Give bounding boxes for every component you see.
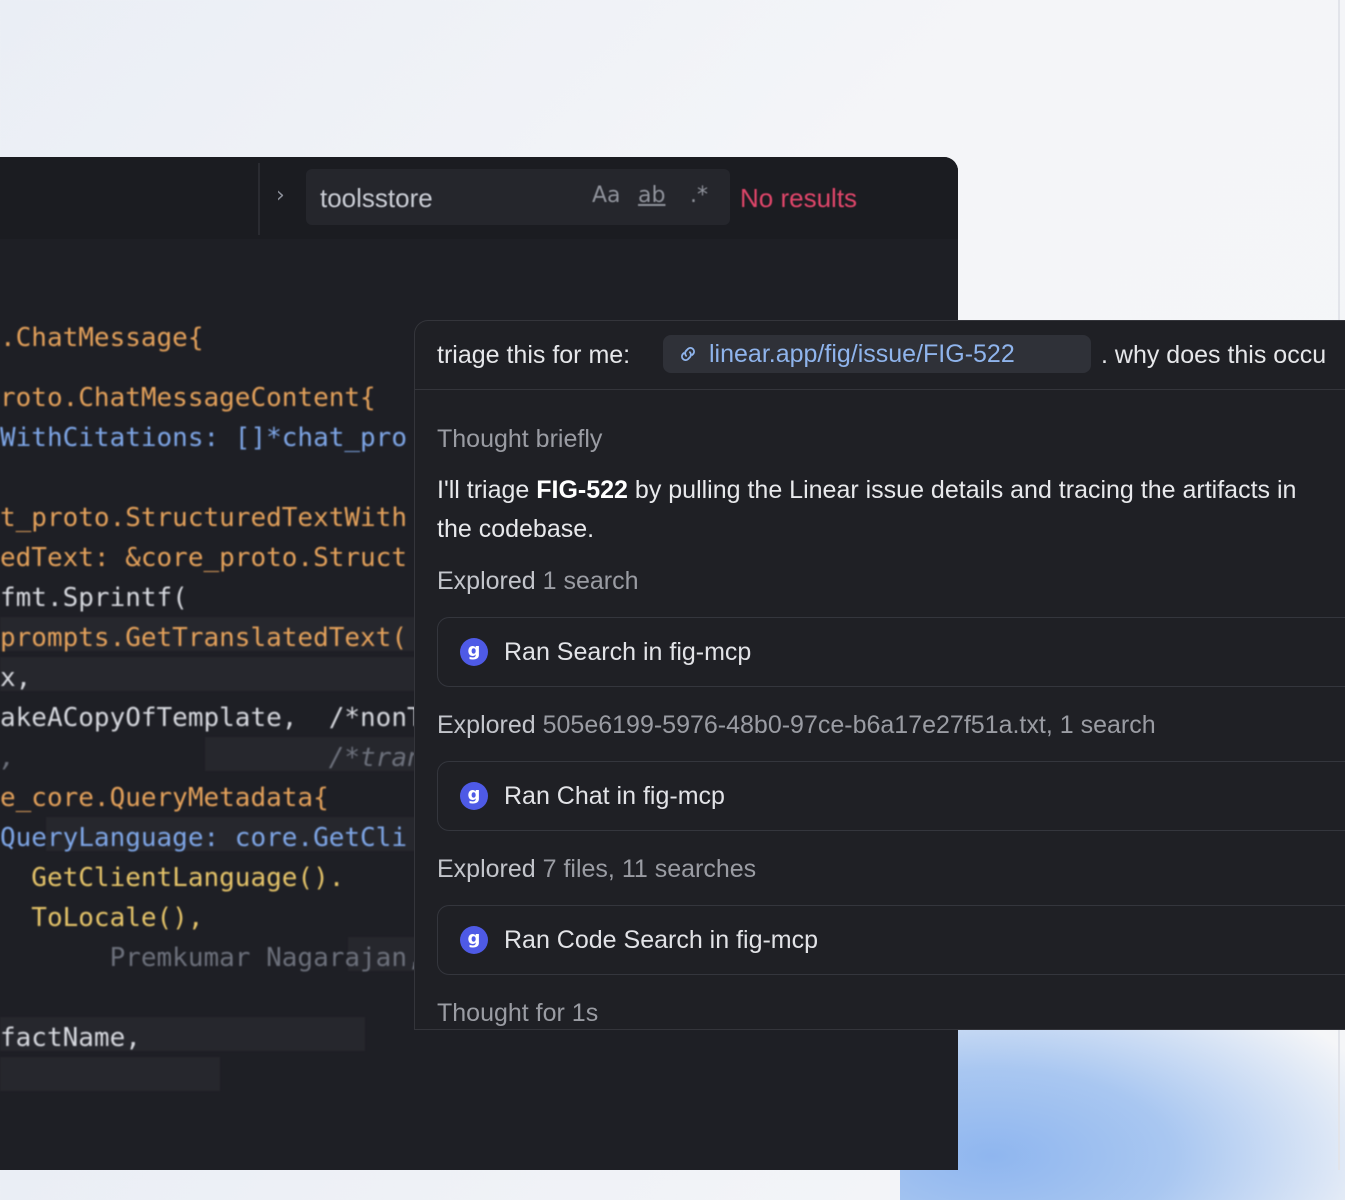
code-line: .ChatMessage{ (0, 323, 204, 353)
code-line: prompts.GetTranslatedText( (0, 623, 407, 653)
line-highlight (0, 657, 420, 691)
match-case-toggle[interactable]: Aa (592, 183, 621, 208)
find-status: No results (740, 183, 858, 213)
explored-detail: 505e6199-5976-48b0-97ce-b6a17e27f51a.txt… (542, 711, 1156, 739)
explored-detail: 1 search (542, 567, 639, 595)
mcp-server-icon: g (460, 782, 488, 810)
code-line: edText: &core_proto.Struct (0, 543, 407, 573)
code-line: fmt.Sprintf( (0, 583, 188, 613)
thought-status[interactable]: Thought briefly (437, 425, 602, 454)
tool-call-card[interactable]: g Ran Code Search in fig-mcp (437, 905, 1345, 975)
code-line: factName, (0, 1023, 141, 1053)
find-divider (258, 163, 260, 235)
code-area[interactable]: .ChatMessage{ roto.ChatMessageContent{ W… (0, 317, 423, 1170)
find-input[interactable]: toolsstore Aa ab .* (306, 169, 730, 225)
match-word-toggle[interactable]: ab (638, 183, 665, 208)
line-highlight (0, 1057, 220, 1091)
thought-status[interactable]: Thought for 1s (437, 999, 598, 1028)
message-text: I'll triage (437, 476, 537, 504)
explored-summary[interactable]: Explored 1 search (437, 567, 639, 596)
explored-label: Explored (437, 711, 536, 739)
assistant-message: I'll triage FIG-522 by pulling the Linea… (437, 471, 1317, 549)
tool-call-label: Ran Code Search in fig-mcp (504, 926, 819, 954)
code-line: ToLocale(), (0, 903, 204, 933)
code-line: QueryLanguage: core.GetCli (0, 823, 407, 853)
chevron-right-icon[interactable]: › (276, 183, 296, 209)
prompt-text: triage this for me: (437, 341, 631, 369)
code-line: WithCitations: []*chat_pro (0, 423, 407, 453)
code-line: akeACopyOfTemplate, /*nonT (0, 703, 423, 733)
explored-summary[interactable]: Explored 7 files, 11 searches (437, 855, 756, 884)
tool-call-label: Ran Search in fig-mcp (504, 638, 752, 666)
code-line: x, (0, 663, 32, 693)
code-line: roto.ChatMessageContent{ (0, 383, 376, 413)
mcp-server-icon: g (460, 638, 488, 666)
code-line: , /*tran (0, 743, 423, 773)
tool-call-label: Ran Chat in fig-mcp (504, 782, 725, 810)
find-query: toolsstore (320, 183, 433, 213)
find-bar: › toolsstore Aa ab .* No results (0, 157, 958, 239)
explored-label: Explored (437, 855, 536, 883)
issue-id: FIG-522 (536, 476, 628, 504)
link-chip[interactable]: linear.app/fig/issue/FIG-522 (663, 335, 1091, 373)
regex-toggle[interactable]: .* (690, 183, 708, 208)
user-prompt[interactable]: triage this for me: linear.app/fig/issue… (415, 321, 1345, 390)
explored-summary[interactable]: Explored 505e6199-5976-48b0-97ce-b6a17e2… (437, 711, 1156, 740)
mcp-server-icon: g (460, 926, 488, 954)
code-line: e_core.QueryMetadata{ (0, 783, 329, 813)
explored-detail: 7 files, 11 searches (542, 855, 757, 883)
prompt-text-tail: . why does this occu (1101, 341, 1327, 369)
link-icon (681, 347, 695, 361)
link-url: linear.app/fig/issue/FIG-522 (709, 340, 1015, 368)
code-line: GetClientLanguage(). (0, 863, 345, 893)
code-line: Premkumar Nagarajan, (0, 943, 423, 973)
explored-label: Explored (437, 567, 536, 595)
tool-call-card[interactable]: g Ran Search in fig-mcp (437, 617, 1345, 687)
tool-call-card[interactable]: g Ran Chat in fig-mcp (437, 761, 1345, 831)
code-line: t_proto.StructuredTextWith (0, 503, 407, 533)
agent-chat-panel: triage this for me: linear.app/fig/issue… (414, 320, 1345, 1030)
